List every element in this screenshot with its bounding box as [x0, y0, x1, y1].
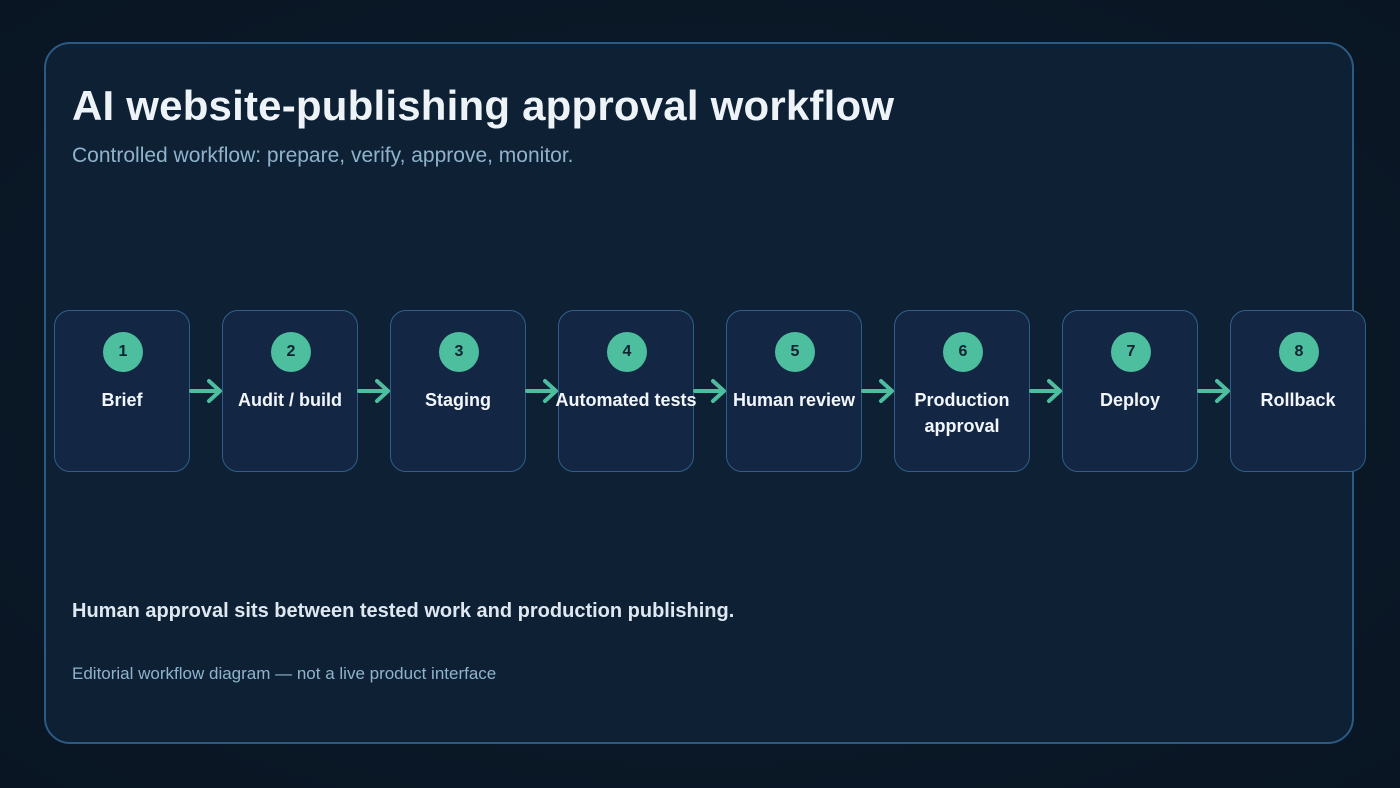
footnote: Editorial workflow diagram — not a live … [72, 664, 497, 683]
step-card-rollback: 8 Rollback [1230, 310, 1366, 472]
step-label: Automated tests [555, 390, 697, 410]
key-callout: Human approval sits between tested work … [72, 600, 735, 622]
step-card-deploy: 7 Deploy [1062, 310, 1198, 472]
step-label: Brief [101, 390, 143, 410]
step-number-badge: 8 [1279, 332, 1319, 372]
step-card-automated-tests: 4 Automated tests [555, 310, 697, 472]
diagram-subtitle: Controlled workflow: prepare, verify, ap… [72, 144, 574, 167]
step-number-badge: 3 [439, 332, 479, 372]
arrow-right-icon [1029, 379, 1062, 403]
arrow-right-icon [1197, 379, 1230, 403]
step-number-badge: 5 [775, 332, 815, 372]
step-card-audit-build: 2 Audit / build [222, 310, 358, 472]
step-label: Production approval [914, 390, 1010, 436]
arrow-right-icon [189, 379, 222, 403]
step-label: Audit / build [238, 390, 342, 410]
step-number-badge: 6 [943, 332, 983, 372]
diagram-canvas: AI website-publishing approval workflow … [0, 0, 1400, 788]
step-label: Staging [425, 390, 491, 410]
step-card-staging: 3 Staging [390, 310, 526, 472]
step-label: Human review [732, 390, 856, 410]
arrow-right-icon [357, 379, 390, 403]
step-label: Deploy [1099, 390, 1160, 410]
step-card-brief: 1 Brief [54, 310, 190, 472]
arrow-right-icon [693, 379, 726, 403]
step-card-production-approval: 6 Production approval [894, 310, 1030, 472]
arrow-right-icon [861, 379, 894, 403]
step-label: Rollback [1260, 390, 1336, 410]
step-card-human-review: 5 Human review [726, 310, 862, 472]
step-number-badge: 1 [103, 332, 143, 372]
arrow-right-icon [525, 379, 558, 403]
step-number-badge: 4 [607, 332, 647, 372]
step-number-badge: 7 [1111, 332, 1151, 372]
diagram-title: AI website-publishing approval workflow [72, 82, 895, 129]
step-number-badge: 2 [271, 332, 311, 372]
